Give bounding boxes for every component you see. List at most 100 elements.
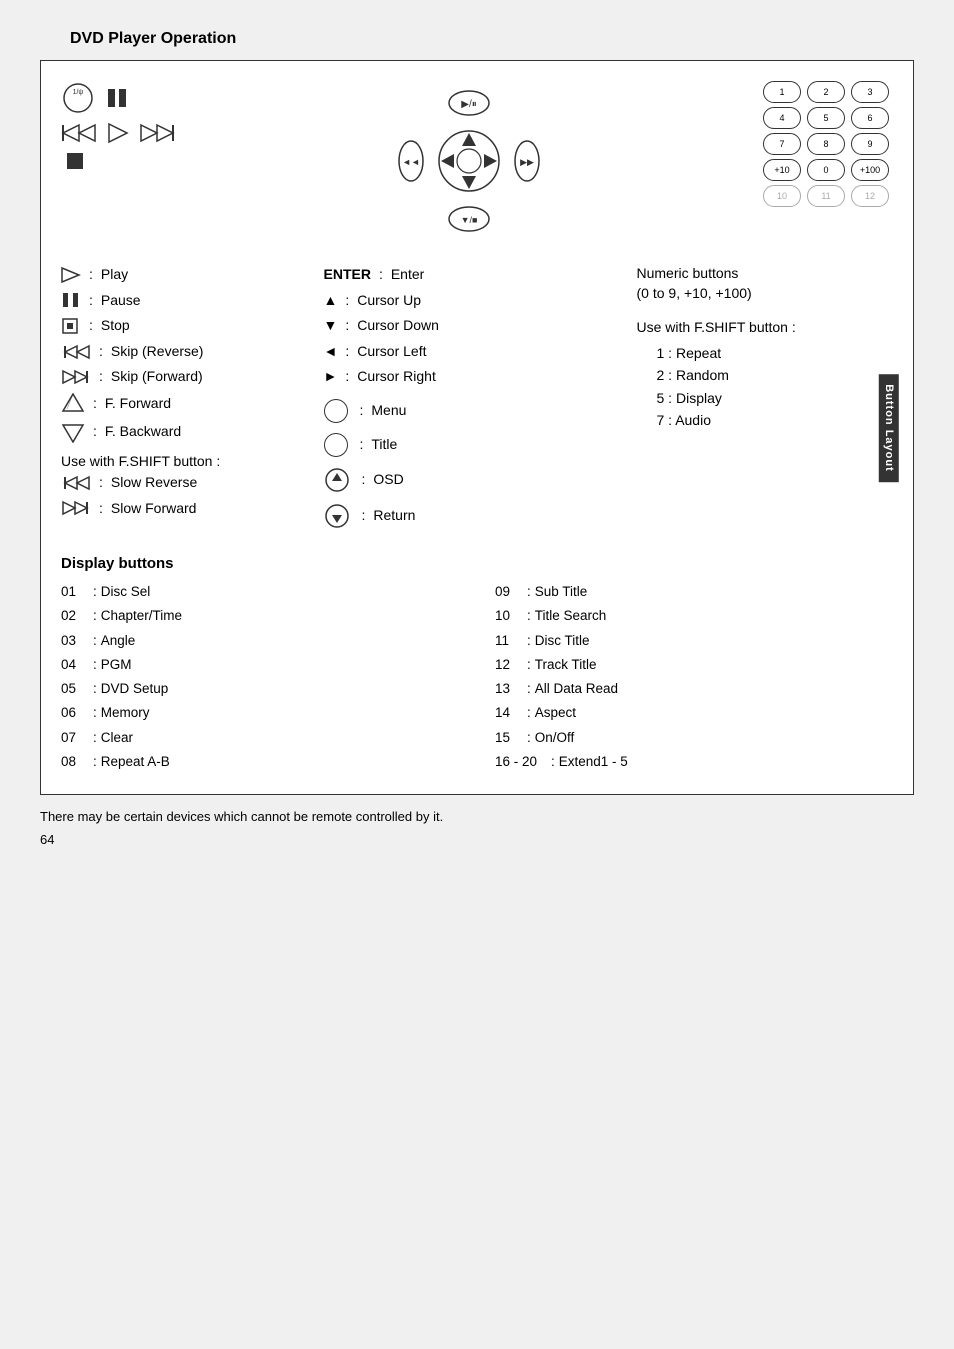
- menu-circle-icon: [324, 399, 348, 423]
- title-circle-icon: [324, 433, 348, 457]
- numeric-row-4: +10 0 +100: [763, 159, 889, 181]
- num-btn-6[interactable]: 6: [851, 107, 889, 129]
- desc-cursor-right: ► : Cursor Right: [324, 367, 627, 387]
- numeric-subtitle: (0 to 9, +10, +100): [637, 285, 890, 301]
- display-item-08: 08: Repeat A-B: [61, 750, 455, 774]
- desc-slow-reverse-label: Slow Reverse: [111, 473, 197, 493]
- desc-f-backward: : F. Backward: [61, 421, 314, 443]
- desc-skip-fwd-label: Skip (Forward): [111, 367, 203, 387]
- numeric-row-1: 1 2 3: [763, 81, 889, 103]
- desc-cursor-left: ◄ : Cursor Left: [324, 342, 627, 362]
- desc-slow-reverse: : Slow Reverse: [61, 473, 314, 493]
- desc-enter-label: Enter: [391, 265, 424, 285]
- desc-pause: : Pause: [61, 291, 314, 311]
- desc-osd-label: OSD: [373, 470, 403, 490]
- enter-key: ENTER: [324, 265, 371, 285]
- skip-fwd-desc-icon: [61, 369, 91, 385]
- desc-stop-label: Stop: [101, 316, 130, 336]
- num-btn-9[interactable]: 9: [851, 133, 889, 155]
- desc-play: : Play: [61, 265, 314, 285]
- f-forward-desc-icon: [61, 393, 85, 415]
- desc-cursor-left-label: Cursor Left: [357, 342, 426, 362]
- svg-text:▶▶: ▶▶: [520, 157, 534, 167]
- display-item-06: 06: Memory: [61, 701, 455, 725]
- fshift-right-items: 1 : Repeat 2 : Random 5 : Display 7 : Au…: [637, 342, 890, 432]
- nav-dpad-icon: ▶/⏸ ◄◄ ▶▶ ▼/■: [389, 81, 549, 241]
- numeric-title: Numeric buttons: [637, 265, 890, 281]
- display-item-12: 12: Track Title: [495, 653, 889, 677]
- fshift-item-1: 1 : Repeat: [657, 342, 890, 364]
- display-item-16-20: 16 - 20: Extend1 - 5: [495, 750, 889, 774]
- pause-desc-icon: [61, 292, 81, 308]
- numeric-row-5: 10 11 12: [763, 185, 889, 207]
- num-btn-10[interactable]: 10: [763, 185, 801, 207]
- desc-cursor-down: ▼ : Cursor Down: [324, 316, 627, 336]
- desc-title: : Title: [324, 433, 627, 457]
- svg-text:▼/■: ▼/■: [461, 215, 478, 225]
- display-item-15: 15: On/Off: [495, 726, 889, 750]
- desc-osd: : OSD: [324, 467, 627, 493]
- desc-skip-rev: : Skip (Reverse): [61, 342, 314, 362]
- stop-icon: [65, 151, 85, 171]
- cursor-left-symbol: ◄: [324, 342, 338, 362]
- display-item-09: 09: Sub Title: [495, 580, 889, 604]
- fshift-item-2: 2 : Random: [657, 364, 890, 386]
- display-item-11: 11: Disc Title: [495, 629, 889, 653]
- skip-forward-icon: [139, 121, 175, 145]
- osd-circle-icon: [324, 467, 350, 493]
- num-btn-1[interactable]: 1: [763, 81, 801, 103]
- num-btn-11[interactable]: 11: [807, 185, 845, 207]
- num-btn-plus100[interactable]: +100: [851, 159, 889, 181]
- num-btn-12[interactable]: 12: [851, 185, 889, 207]
- display-item-14: 14: Aspect: [495, 701, 889, 725]
- slow-rev-icon: [61, 475, 91, 491]
- page-title: DVD Player Operation: [70, 30, 914, 48]
- desc-col-right: Numeric buttons (0 to 9, +10, +100) Use …: [627, 265, 890, 535]
- display-col-left: 01: Disc Sel 02: Chapter/Time 03: Angle …: [61, 580, 455, 774]
- main-content-box: Button Layout 1/ψ: [40, 60, 914, 795]
- display-item-04: 04: PGM: [61, 653, 455, 677]
- page-number: 64: [40, 832, 914, 847]
- display-item-03: 03: Angle: [61, 629, 455, 653]
- num-btn-2[interactable]: 2: [807, 81, 845, 103]
- pause-icon: [105, 86, 129, 110]
- display-item-10: 10: Title Search: [495, 604, 889, 628]
- num-btn-plus10[interactable]: +10: [763, 159, 801, 181]
- desc-cursor-down-label: Cursor Down: [357, 316, 439, 336]
- icon-row-2: [61, 121, 175, 145]
- display-item-01: 01: Disc Sel: [61, 580, 455, 604]
- cursor-right-symbol: ►: [324, 367, 338, 387]
- display-item-07: 07: Clear: [61, 726, 455, 750]
- num-btn-7[interactable]: 7: [763, 133, 801, 155]
- f-backward-desc-icon: [61, 421, 85, 443]
- num-btn-3[interactable]: 3: [851, 81, 889, 103]
- cursor-down-symbol: ▼: [324, 316, 338, 336]
- numeric-row-2: 4 5 6: [763, 107, 889, 129]
- desc-menu-label: Menu: [371, 401, 406, 421]
- num-btn-5[interactable]: 5: [807, 107, 845, 129]
- num-btn-0[interactable]: 0: [807, 159, 845, 181]
- desc-skip-rev-label: Skip (Reverse): [111, 342, 204, 362]
- desc-slow-forward: : Slow Forward: [61, 499, 314, 519]
- display-buttons-title: Display buttons: [61, 555, 889, 572]
- desc-menu: : Menu: [324, 399, 627, 423]
- stop-desc-icon: [61, 318, 81, 334]
- icons-left-cluster: 1/ψ: [61, 81, 175, 171]
- nav-cluster: ▶/⏸ ◄◄ ▶▶ ▼/■: [389, 81, 549, 241]
- slow-fwd-icon: [61, 500, 91, 516]
- play-desc-icon: [61, 267, 81, 283]
- num-btn-8[interactable]: 8: [807, 133, 845, 155]
- desc-cursor-up-label: Cursor Up: [357, 291, 421, 311]
- svg-text:▶/⏸: ▶/⏸: [461, 99, 476, 110]
- display-item-02: 02: Chapter/Time: [61, 604, 455, 628]
- fshift-left-section: Use with F.SHIFT button : : Slow Reverse: [61, 453, 314, 518]
- icon-row-3: [61, 151, 175, 171]
- skip-rev-desc-icon: [61, 344, 91, 360]
- play-icon: [107, 122, 129, 144]
- icons-area: 1/ψ: [61, 81, 889, 241]
- fshift-item-5: 5 : Display: [657, 387, 890, 409]
- desc-skip-fwd: : Skip (Forward): [61, 367, 314, 387]
- power-circle-icon: 1/ψ: [61, 81, 95, 115]
- num-btn-4[interactable]: 4: [763, 107, 801, 129]
- desc-slow-forward-label: Slow Forward: [111, 499, 197, 519]
